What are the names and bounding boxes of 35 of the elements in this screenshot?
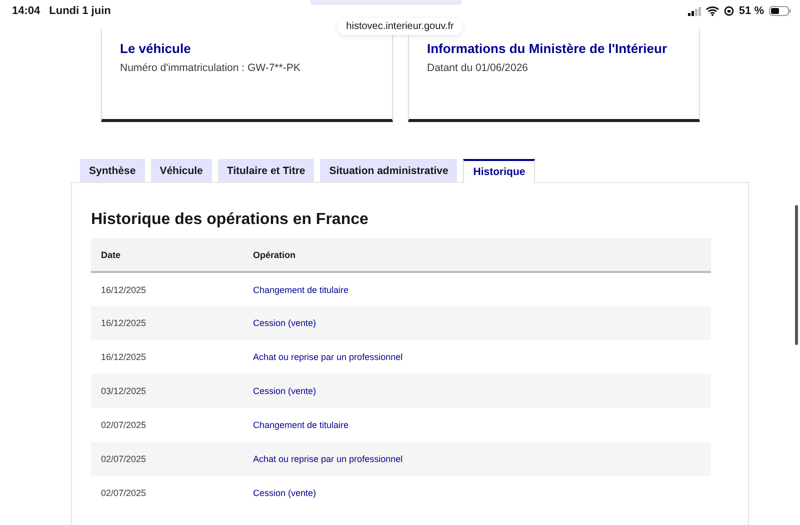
clock-time: 14:04: [12, 5, 40, 17]
operation-link[interactable]: Achat ou reprise par un professionnel: [253, 454, 403, 464]
card-text: Numéro d'immatriculation : GW-7**-PK: [120, 62, 302, 74]
tab[interactable]: Titulaire et Titre: [218, 159, 314, 182]
tab[interactable]: Situation administrative: [320, 159, 458, 182]
status-date: Lundi 1 juin: [49, 5, 111, 17]
scroll-bar[interactable]: [795, 205, 798, 345]
date-cell: 16/12/2025: [91, 340, 253, 374]
tab[interactable]: Historique: [463, 159, 536, 183]
operation-link[interactable]: Cession (vente): [253, 318, 316, 328]
rotation-lock-icon: [724, 6, 734, 16]
card-text: Datant du 01/06/2026: [427, 62, 530, 74]
date-cell: 16/12/2025: [91, 306, 253, 340]
battery-percent: 51 %: [738, 5, 764, 17]
operation-link[interactable]: Changement de titulaire: [253, 420, 349, 430]
operation-link[interactable]: Cession (vente): [253, 386, 316, 396]
column-header: Date: [91, 238, 253, 272]
battery-icon: [769, 6, 791, 16]
date-cell: 02/07/2025: [91, 442, 253, 476]
date-cell: 02/07/2025: [91, 408, 253, 442]
date-cell: 16/12/2025: [91, 272, 253, 306]
operation-link[interactable]: Changement de titulaire: [253, 284, 349, 294]
tab[interactable]: Véhicule: [150, 159, 212, 182]
operation-link[interactable]: Cession (vente): [253, 488, 316, 498]
url-pill[interactable]: histovec.interieur.gouv.fr: [337, 18, 463, 35]
signal-icon: [688, 6, 701, 16]
section-heading: Historique des opérations en France: [91, 211, 370, 229]
operation-link[interactable]: Achat ou reprise par un professionnel: [253, 352, 403, 362]
wifi-icon: [706, 6, 719, 16]
column-header: Opération: [253, 238, 711, 272]
date-cell: 02/07/2025: [91, 476, 253, 510]
date-cell: 03/12/2025: [91, 374, 253, 408]
card-title: Le véhicule: [120, 41, 192, 56]
card-title: Informations du Ministère de l'Intérieur: [427, 41, 668, 56]
tab[interactable]: Synthèse: [80, 159, 145, 182]
